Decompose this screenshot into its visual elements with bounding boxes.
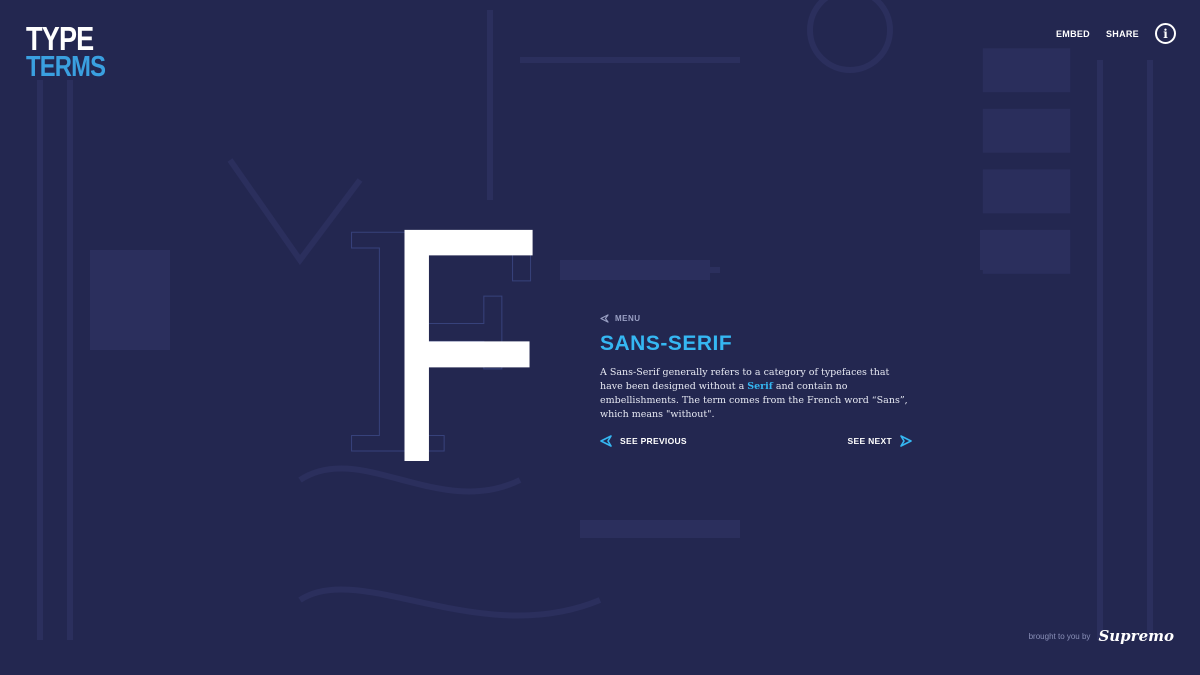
supremo-credit[interactable]: brought to you by Supremo [1029, 627, 1174, 645]
triangle-left-icon [600, 435, 612, 447]
see-previous-label: SEE PREVIOUS [620, 436, 687, 446]
menu-label: MENU [615, 314, 641, 323]
term-description: A Sans-Serif generally refers to a categ… [600, 366, 912, 422]
back-arrow-outline-icon [600, 314, 609, 323]
serif-term-link[interactable]: Serif [747, 381, 773, 392]
term-pager: SEE PREVIOUS SEE NEXT [600, 435, 912, 447]
menu-button[interactable]: MENU [600, 314, 912, 323]
share-link[interactable]: SHARE [1106, 29, 1139, 39]
term-glyph-display: F F [334, 178, 545, 514]
triangle-right-icon [900, 435, 912, 447]
info-icon[interactable]: i [1155, 23, 1176, 44]
see-previous-button[interactable]: SEE PREVIOUS [600, 435, 687, 447]
top-nav: EMBED SHARE i [1056, 23, 1176, 44]
term-panel: MENU SANS-SERIF A Sans-Serif generally r… [600, 314, 912, 432]
logo-line-terms: TERMS [26, 51, 106, 83]
see-next-label: SEE NEXT [847, 436, 892, 446]
credit-prefix: brought to you by [1028, 631, 1091, 641]
logo-line-type: TYPE [26, 20, 94, 57]
glyph-sans: F [383, 158, 544, 533]
type-terms-logo[interactable]: TYPE TERMS [26, 20, 123, 83]
supremo-logo: Supremo [1098, 627, 1174, 645]
embed-link[interactable]: EMBED [1056, 29, 1090, 39]
see-next-button[interactable]: SEE NEXT [848, 435, 912, 447]
term-title: SANS-SERIF [600, 332, 733, 355]
